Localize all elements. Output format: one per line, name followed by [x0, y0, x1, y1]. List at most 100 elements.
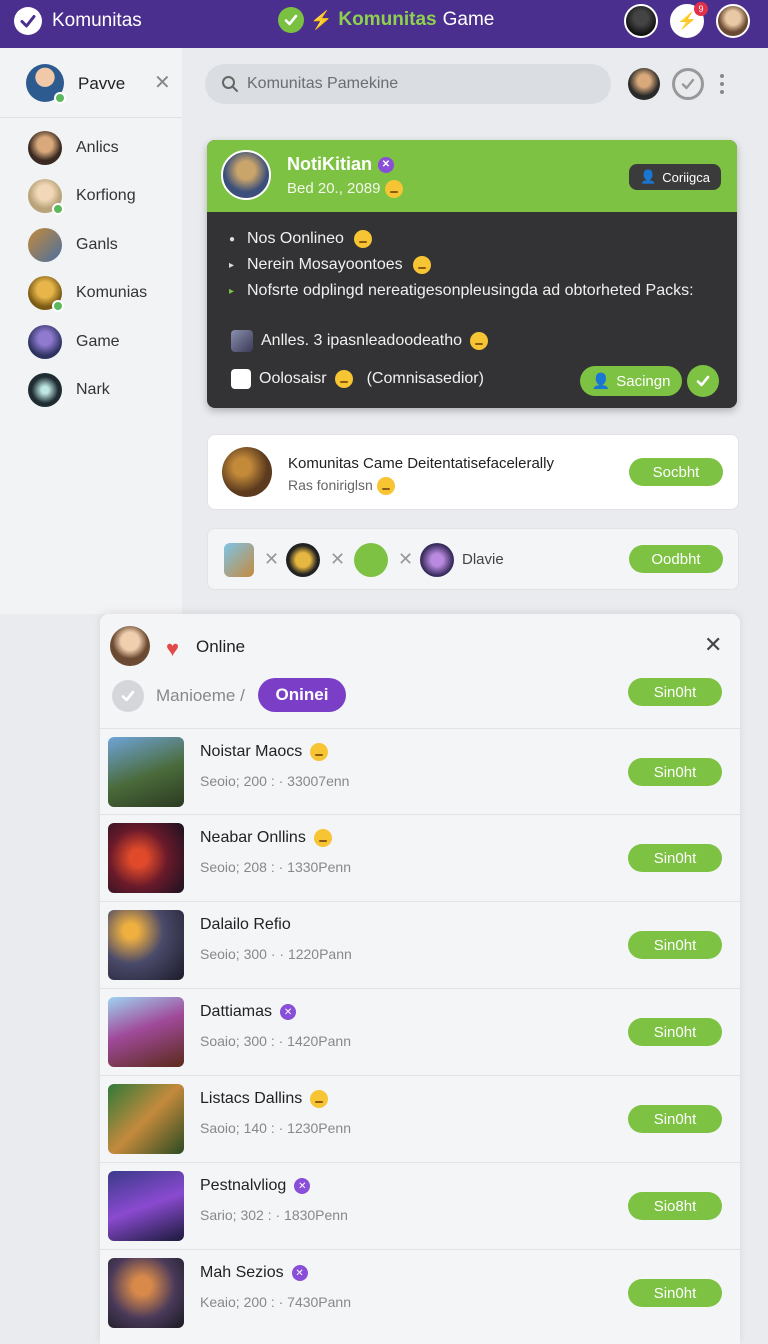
sidebar-item-label: Komunias — [76, 284, 148, 301]
game-action-button[interactable]: Sin0ht — [628, 1279, 722, 1307]
online-indicator — [52, 300, 64, 312]
lightning-icon: ⚡ — [310, 9, 333, 30]
game-action-button[interactable]: Sin0ht — [628, 931, 722, 959]
community-card[interactable]: Komunitas Came Deitentatisefacelerally R… — [207, 434, 739, 510]
panel-title: Online — [196, 637, 246, 656]
avatar[interactable] — [221, 150, 271, 200]
game-action-button[interactable]: Sio8ht — [628, 1192, 722, 1220]
check-icon — [278, 7, 304, 33]
profile-icon[interactable] — [628, 68, 660, 100]
sidebar-item-komunias[interactable]: Komunias — [28, 275, 178, 312]
game-name-text: Mah Sezios — [200, 1264, 284, 1281]
table-row[interactable]: Listacs Dallins Saoio; 140 : · 1230Penn … — [100, 1075, 740, 1161]
game-name-text: Dattiamas — [200, 1003, 273, 1020]
sign-in-button[interactable]: 👤 Sacingn — [580, 366, 682, 396]
notification-card: NotiKitian ✕ Bed 20., 2089 👤 Coriigca ● N… — [207, 140, 737, 408]
app-brand[interactable]: Komunitas — [14, 7, 142, 35]
group-card[interactable]: ✕ ✕ ✕ Dlavie Oodbht — [207, 528, 739, 590]
game-action-button[interactable]: Sin0ht — [628, 1105, 722, 1133]
page-title: ⚡ Komunitas Game — [278, 7, 494, 33]
notifications-icon[interactable]: ⚡ 9 — [670, 2, 708, 38]
avatar — [28, 373, 62, 407]
bullet-text: Nerein Mosayoontoes — [247, 256, 403, 273]
emoji-icon — [384, 180, 403, 199]
avatar — [28, 228, 62, 262]
sidebar-item-nark[interactable]: Nark — [28, 372, 178, 408]
sidebar-item-label: Ganls — [76, 236, 118, 253]
sidebar-item-anlics[interactable]: Anlics — [28, 130, 178, 166]
game-action-button[interactable]: Sin0ht — [628, 844, 722, 872]
list-item: ▸ Nofsrte odplingd nereatigesonpleusingda… — [229, 278, 694, 304]
online-filter-pill[interactable]: Oninei — [258, 678, 346, 712]
search-bar[interactable] — [205, 64, 611, 104]
notification-date: Bed 20., 2089 — [287, 180, 403, 199]
emoji-icon — [310, 1090, 329, 1108]
table-row[interactable]: Noistar Maocs Seoio; 200 : · 33007enn Si… — [100, 728, 740, 814]
check-circle-icon[interactable] — [112, 680, 144, 712]
notification-title: NotiKitian ✕ — [287, 154, 394, 175]
game-thumbnail — [108, 1258, 184, 1328]
config-button[interactable]: 👤 Coriigca — [629, 164, 721, 190]
game-action-button[interactable]: Sin0ht — [628, 758, 722, 786]
list-item: ● Nos Oonlineo — [229, 226, 694, 252]
game-name-text: Dalailo Refio — [200, 916, 291, 933]
avatar — [28, 276, 64, 312]
game-icon — [224, 543, 254, 577]
heart-icon: ♥ — [166, 636, 180, 661]
game-thumbnail — [108, 910, 184, 980]
emoji-icon — [313, 829, 332, 847]
game-name: Pestnalvliog ✕ — [200, 1177, 311, 1195]
game-name: Mah Sezios ✕ — [200, 1264, 308, 1282]
more-options-icon[interactable] — [714, 70, 730, 98]
sidebar-item-korfiong[interactable]: Korfiong — [28, 178, 178, 215]
game-meta: Seoio; 208 : · 1330Penn — [200, 859, 352, 875]
table-row[interactable]: Dattiamas ✕ Soaio; 300 : · 1420Pann Sin0h… — [100, 988, 740, 1074]
table-row[interactable]: Mah Sezios ✕ Keaio; 200 : · 7430Pann Sin0… — [100, 1249, 740, 1335]
close-icon: ✕ — [330, 549, 346, 569]
close-icon[interactable]: ✕ — [154, 70, 171, 95]
verified-icon: ✕ — [291, 1265, 308, 1281]
user-avatar[interactable] — [716, 4, 750, 38]
sidebar-item-label: Anlics — [76, 139, 119, 156]
sidebar-item-ganls[interactable]: Ganls — [28, 227, 178, 263]
sign-in-button-label: Sacingn — [616, 372, 671, 390]
arrow-icon: ▸ — [229, 285, 235, 297]
notification-bullets: ● Nos Oonlineo ▸ Nerein Mosayoontoes ▸ Nofs… — [229, 226, 694, 304]
table-row[interactable]: Pestnalvliog ✕ Sario; 302 : · 1830Penn Si… — [100, 1162, 740, 1248]
user-icon: 👤 — [640, 169, 657, 184]
game-name: Noistar Maocs — [200, 743, 329, 761]
bullet-text: Nofsrte odplingd nereatigesonpleusingda … — [247, 282, 694, 299]
bullet-text: Nos Oonlineo — [247, 230, 344, 247]
card-action-button[interactable]: Socbht — [629, 458, 723, 486]
close-icon[interactable]: ✕ — [704, 632, 722, 658]
notification-badge: 9 — [694, 2, 708, 16]
game-meta: Saoio; 140 : · 1230Penn — [200, 1120, 352, 1136]
friend-avatar[interactable] — [624, 4, 658, 38]
close-icon: ✕ — [398, 549, 414, 569]
notification-line-text: (Comnisasedior) — [366, 370, 484, 387]
panel-header: ♥ Online ✕ Manioeme / Oninei Sin0ht — [100, 614, 740, 728]
bullet-icon: ● — [229, 233, 236, 245]
sidebar-item-game[interactable]: Game — [28, 324, 178, 360]
game-icon — [231, 330, 253, 352]
page-title-part2: Game — [442, 9, 495, 30]
notification-line-text: Oolosaisr — [259, 370, 327, 387]
game-thumbnail — [108, 1171, 184, 1241]
emoji-icon — [353, 230, 372, 248]
check-circle-icon[interactable] — [672, 68, 704, 100]
confirm-button[interactable] — [687, 365, 719, 397]
game-name-text: Listacs Dallins — [200, 1090, 303, 1107]
avatar[interactable] — [26, 64, 66, 104]
table-row[interactable]: Dalailo Refio Seoio; 300 · · 1220Pann Si… — [100, 901, 740, 987]
game-meta: Soaio; 300 : · 1420Pann — [200, 1033, 352, 1049]
game-name: Dalailo Refio — [200, 916, 291, 934]
game-icon — [286, 543, 320, 577]
card-action-button[interactable]: Oodbht — [629, 545, 723, 573]
notification-header: NotiKitian ✕ Bed 20., 2089 👤 Coriigca — [207, 140, 737, 212]
game-thumbnail — [108, 997, 184, 1067]
panel-action-button[interactable]: Sin0ht — [628, 678, 722, 706]
table-row[interactable]: Neabar Onllins Seoio; 208 : · 1330Penn S… — [100, 814, 740, 900]
search-input[interactable] — [247, 75, 587, 93]
game-action-button[interactable]: Sin0ht — [628, 1018, 722, 1046]
avatar[interactable] — [110, 626, 150, 666]
